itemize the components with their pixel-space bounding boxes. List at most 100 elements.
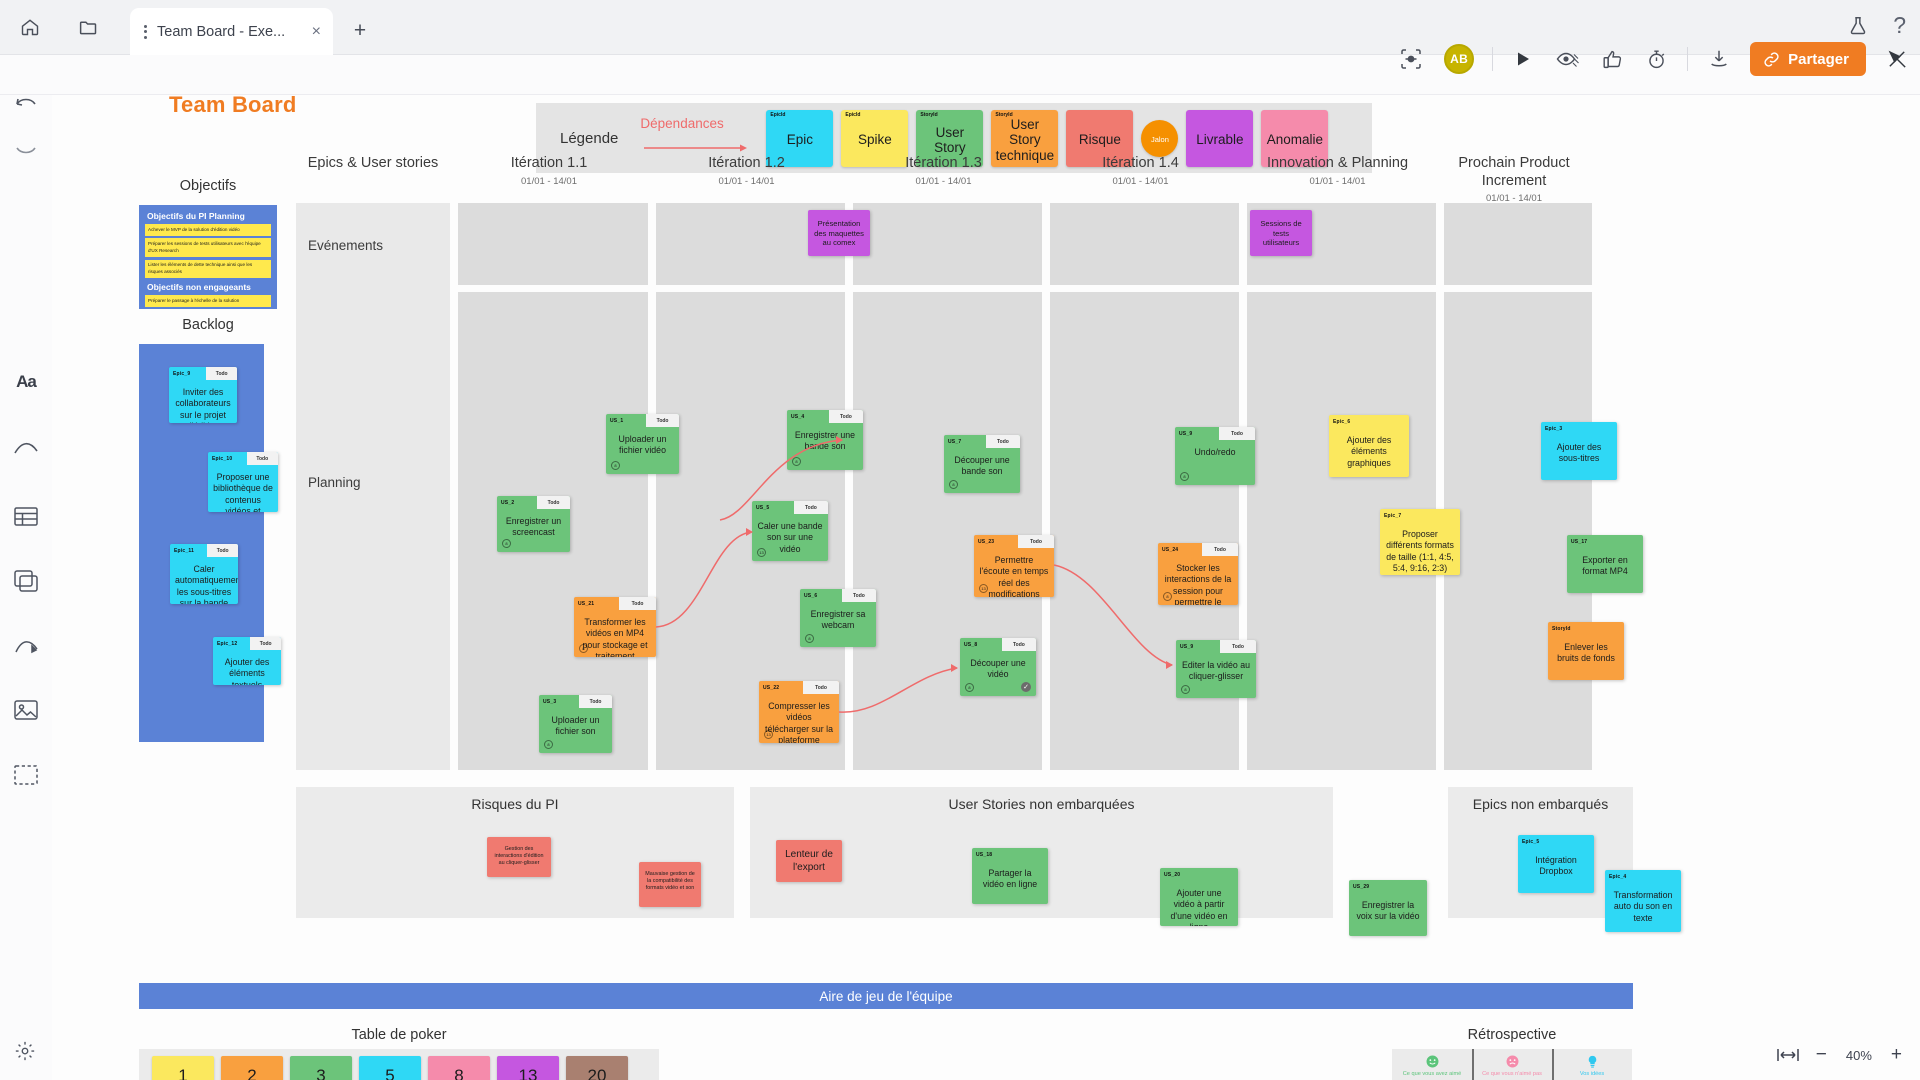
avatar[interactable]: AB [1444,44,1475,74]
zoom-in-button[interactable]: + [1891,1044,1902,1066]
settings-gear-icon[interactable] [10,1036,40,1066]
unplanned-user-story-card[interactable]: US_29 Enregistrer la voix sur la vidéo [1349,880,1427,936]
card-text: Intégration Dropbox [1535,855,1577,877]
planning-card[interactable]: StoryId Enlever les bruits de fonds [1548,622,1624,680]
poker-value-card[interactable]: 5 [359,1056,421,1080]
planning-card[interactable]: US_3 Todo Uploader un fichier son 8 [539,695,612,753]
planning-card[interactable]: Epic_6 Ajouter des éléments graphiques [1329,415,1409,477]
tab-menu-icon[interactable] [140,24,151,39]
planning-card[interactable]: US_4 Todo Enregistrer une bande son 8 [787,410,863,470]
legend-chip-label: Risque [1078,132,1121,148]
card-header: US_20 [1160,868,1238,881]
tab-title: Team Board - Exe... [157,23,286,40]
planning-card[interactable]: US_5 Todo Caler une bande son sur une vidé… [752,501,828,561]
planning-card[interactable]: US_21 Todo Transformer les vidéos en MP4 p… [574,597,656,657]
planning-card[interactable]: US_2 Todo Enregistrer un screencast 8 [497,496,570,552]
planning-card[interactable]: US_9 Todo Undo/redo 8 [1175,427,1255,485]
new-tab-button[interactable]: + [345,16,375,46]
objective-note[interactable]: Préparer les sessions de tests utilisate… [145,238,271,258]
planning-card[interactable]: US_17 Exporter en format MP4 [1567,535,1643,593]
backlog-card[interactable]: Epic_9 Todo Inviter des collaborateurs sur… [169,367,237,423]
card-text: Ajouter des éléments graphiques [1346,435,1392,468]
backlog-card[interactable]: Epic_12 Todo Ajouter des éléments textuels [213,637,281,685]
shapes-tool-icon[interactable] [0,621,52,669]
poker-value-card[interactable]: 20 [566,1056,628,1080]
board-canvas[interactable]: Team Board Légende Dépendances EpicId Epi… [52,95,1920,1080]
objective-note[interactable]: Achever le MVP de la solution d'édition … [145,224,271,236]
close-icon[interactable]: × [308,23,325,40]
column-name: Itération 1.3 [905,155,982,171]
board-tab[interactable]: Team Board - Exe... × [130,8,333,55]
play-present-icon[interactable] [1511,46,1537,72]
event-card[interactable]: Présentation des maquettes au comex [808,210,870,256]
table-tool-icon[interactable] [0,492,52,540]
objective-note[interactable]: Lister les éléments de dette technique a… [145,259,271,279]
retro-column-2[interactable]: Ce que vous n'aimé pas [1472,1055,1552,1077]
text-tool-icon[interactable]: Aa [0,358,52,406]
planning-card[interactable]: US_23 Todo Permettre l'écoute en temps rée… [974,535,1054,597]
poker-value-card[interactable]: 8 [428,1056,490,1080]
undo-icon[interactable] [0,80,52,128]
redo-icon[interactable] [0,124,52,172]
share-button[interactable]: Partager [1750,42,1866,76]
planning-card[interactable]: US_9 Todo Editer la vidéo au cliquer-gliss… [1176,640,1256,698]
legend-chip-tag: StoryId [995,111,1013,118]
retro-column-3[interactable]: Vos idées [1552,1055,1632,1077]
planning-card[interactable]: Epic_7 Proposer différents formats de tai… [1380,509,1460,575]
board-title: Team Board [169,95,297,117]
planning-card[interactable]: Epic_3 Ajouter des sous-titres [1541,422,1617,480]
poker-value-card[interactable]: 3 [290,1056,352,1080]
zoom-out-button[interactable]: − [1816,1044,1827,1066]
poker-value-card[interactable]: 13 [497,1056,559,1080]
column-header-5: Itération 1.4 01/01 - 14/01 [1042,155,1239,187]
download-icon[interactable] [1706,46,1732,72]
pen-edit-icon[interactable] [1884,46,1910,72]
planning-card[interactable]: US_6 Todo Enregistrer sa webcam 8 [800,589,876,647]
planning-card[interactable]: US_22 Todo Compresser les vidéos télécharg… [759,681,839,743]
timer-icon[interactable] [1643,46,1669,72]
card-id: Epic_11 [174,547,195,554]
backlog-card[interactable]: Epic_10 Todo Proposer une bibliothèque de … [208,452,278,512]
home-icon[interactable] [14,11,46,43]
poker-value-card[interactable]: 1 [152,1056,214,1080]
event-card[interactable]: Sessions de tests utilisateurs [1250,210,1312,256]
image-tool-icon[interactable] [0,686,52,734]
lightbulb-icon [1552,1055,1632,1068]
card-header: US_18 [972,848,1048,861]
frame-tool-icon[interactable] [0,751,52,799]
planning-card[interactable]: US_24 Todo Stocker les interactions de la … [1158,543,1238,605]
poker-value-card[interactable]: 2 [221,1056,283,1080]
unplanned-user-story-card[interactable]: US_18 Partager la vidéo en ligne [972,848,1048,904]
backlog-card[interactable]: Epic_11 Todo Caler automatiquement les sou… [170,544,238,604]
eye-follow-icon[interactable] [1555,46,1581,72]
card-header: US_4 Todo [787,410,863,423]
retro-title: Rétrospective [1467,1027,1557,1043]
unplanned-user-story-card[interactable]: US_20 Ajouter une vidéo à partir d'une vi… [1160,868,1238,926]
thumbs-up-vote-icon[interactable] [1599,46,1625,72]
pen-tool-icon[interactable] [0,424,52,472]
planning-card[interactable]: US_7 Todo Découper une bande son 8 [944,435,1020,493]
row-label-events: Evénements [308,238,384,253]
help-icon[interactable]: ? [1893,12,1906,39]
legend-chip-jalon[interactable]: Jalon [1141,119,1179,157]
folder-icon[interactable] [72,11,104,43]
unplanned-epic-card[interactable]: Epic_4 Transformation auto du son en text… [1605,870,1681,932]
card-points: 8 [502,539,511,548]
objective-note[interactable]: Préparer le passage à l'échelle de la so… [145,295,271,308]
screen-capture-icon[interactable] [1396,44,1426,74]
unplanned-epic-card[interactable]: Epic_5 Intégration Dropbox [1518,835,1594,893]
risk-card[interactable]: Lenteur de l'export [776,840,842,882]
card-id: US_29 [1353,883,1370,890]
fit-to-screen-icon[interactable] [1777,1048,1799,1062]
risk-card[interactable]: Gestion des interactions d'édition au cl… [487,837,551,877]
toolbar-divider [1492,47,1494,71]
link-icon [1763,51,1780,68]
card-header: US_6 Todo [800,589,876,602]
retro-column-1[interactable]: Ce que vous avez aimé [1392,1055,1472,1077]
card-status: Todo [537,496,570,509]
planning-card[interactable]: US_1 Todo Uploader un fichier vidéo 8 [606,414,679,474]
sticky-note-tool-icon[interactable] [0,557,52,605]
lab-flask-icon[interactable] [1847,15,1869,37]
risk-card[interactable]: Mauvaise gestion de la compatibilité des… [639,862,701,907]
planning-card[interactable]: US_8 Todo Découper une vidéo 8 ✓ [960,638,1036,696]
